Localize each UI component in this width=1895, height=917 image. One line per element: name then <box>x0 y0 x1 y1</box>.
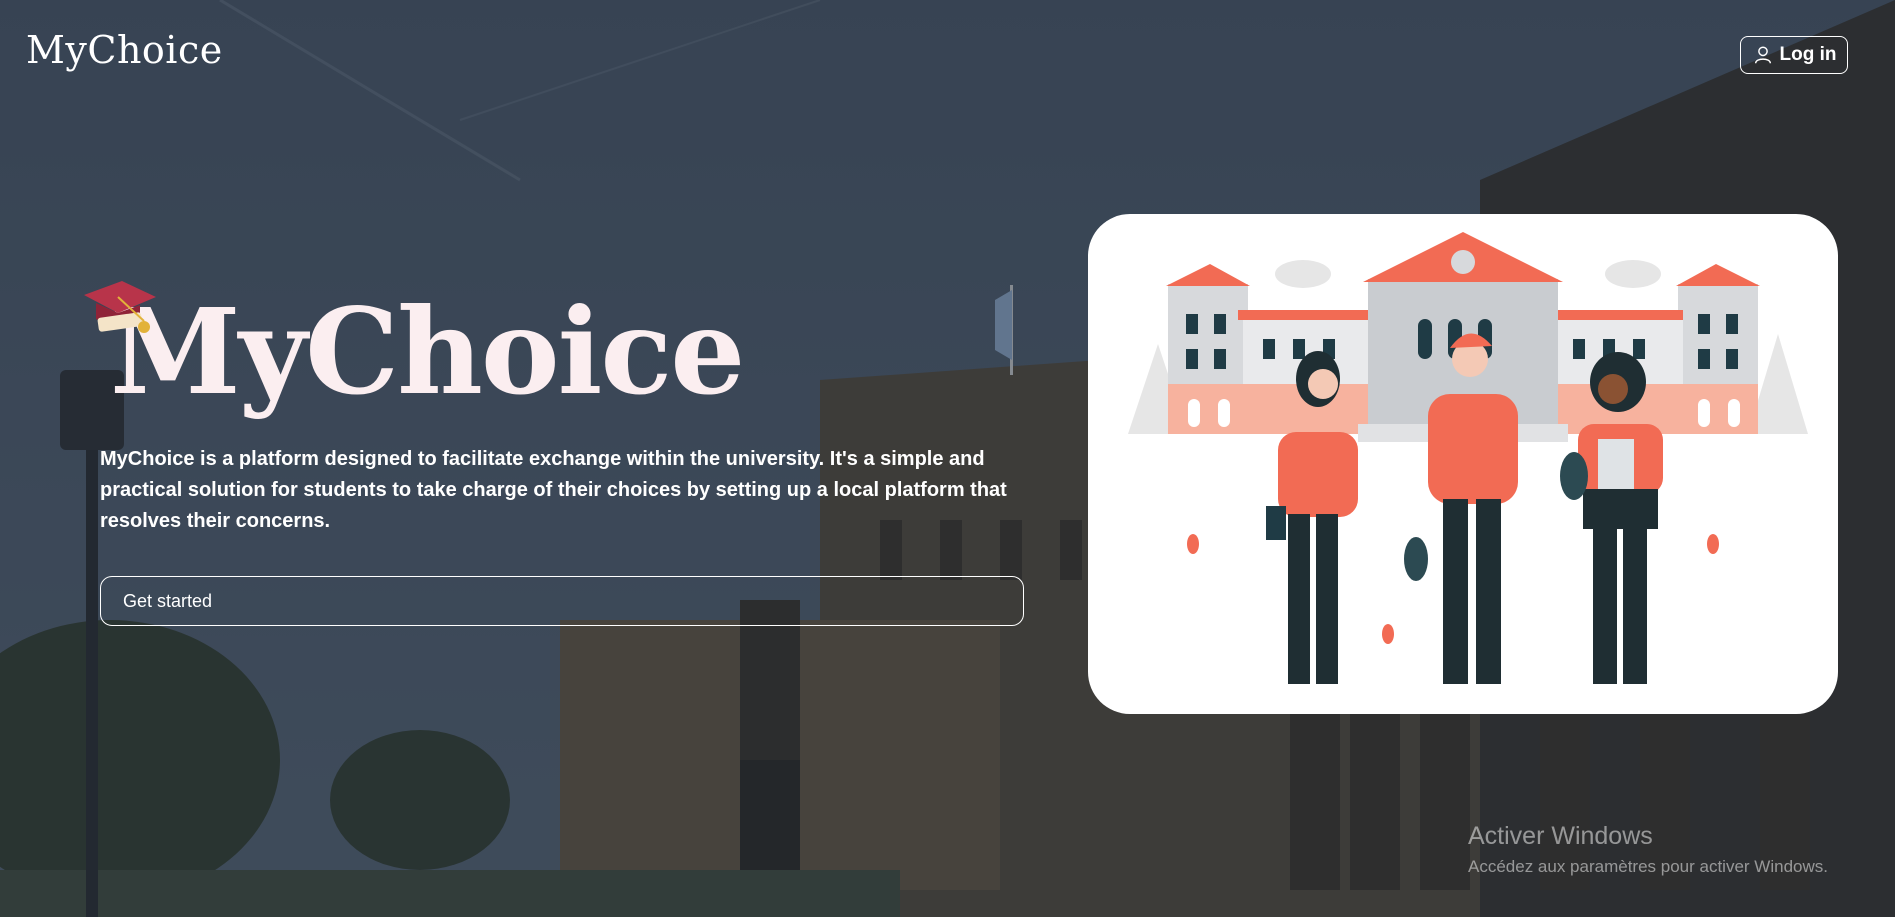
login-button[interactable]: Log in <box>1740 36 1848 74</box>
hero-description: MyChoice is a platform designed to facil… <box>100 448 1007 532</box>
brand-logo[interactable]: MyChoice <box>26 28 223 72</box>
login-label: Log in <box>1779 44 1837 65</box>
windows-activation-watermark: Activer Windows Accédez aux paramètres p… <box>1468 822 1828 877</box>
get-started-label: Get started <box>123 590 213 611</box>
illustration-card <box>1088 214 1838 714</box>
watermark-subtitle: Accédez aux paramètres pour activer Wind… <box>1468 857 1828 876</box>
hero-title: MyChoice <box>110 282 745 421</box>
user-icon <box>1752 44 1774 66</box>
get-started-button[interactable]: Get started <box>100 576 1024 626</box>
graduation-cap-icon <box>78 275 158 345</box>
watermark-title: Activer Windows <box>1468 822 1653 850</box>
students-illustration <box>1128 232 1808 684</box>
